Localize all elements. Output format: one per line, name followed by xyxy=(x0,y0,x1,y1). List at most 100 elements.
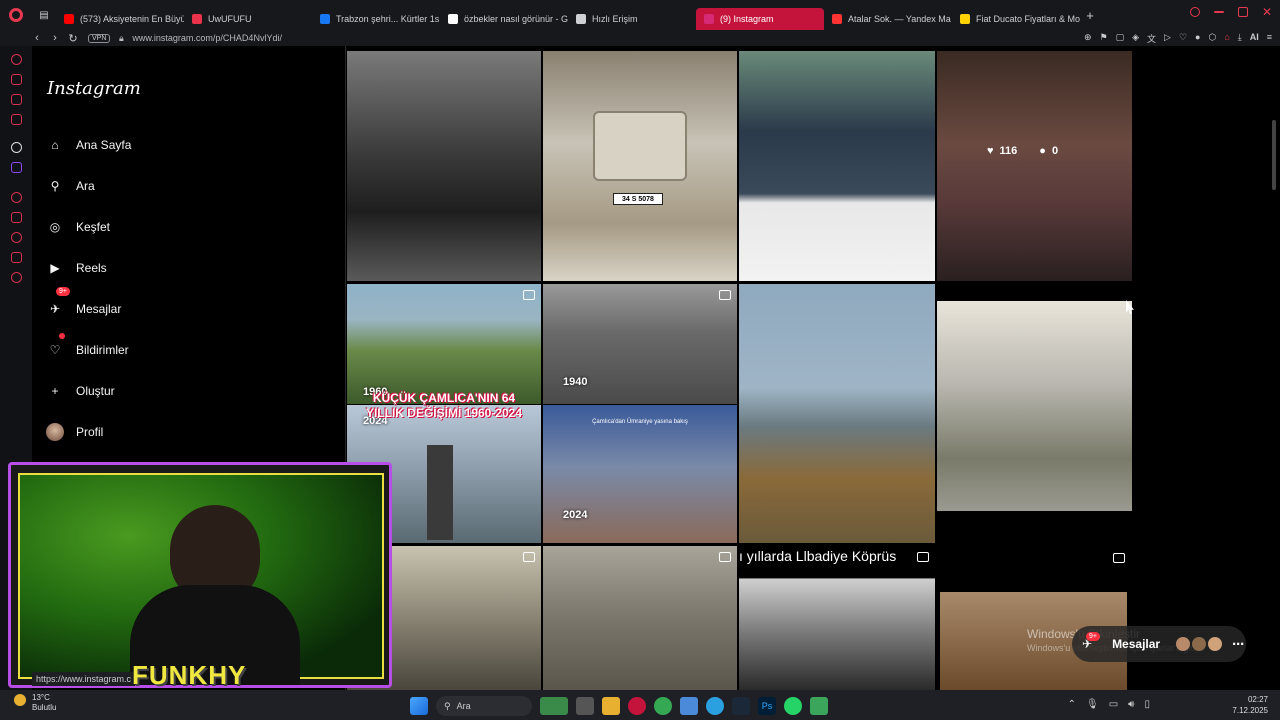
close-icon[interactable]: ✕ xyxy=(1262,6,1272,18)
extensions-icon[interactable]: ⬡ xyxy=(1208,32,1216,45)
post-libadiye-bridge[interactable]: ı yıllarda Llbadiye Köprüs xyxy=(739,546,935,690)
browser-tab[interactable]: (573) Aksiyetenin En Büyü xyxy=(56,8,184,30)
nav-item-notifications[interactable]: ♡ Bildirimler xyxy=(46,333,129,365)
tab-label: Hızlı Erişim xyxy=(592,14,638,24)
caption-small: Çamlıca'dan Ümraniye yasına bakış xyxy=(592,419,688,425)
messages-pill-badge: 9+ xyxy=(1086,632,1100,641)
box-icon[interactable] xyxy=(10,252,22,263)
weather-icon xyxy=(14,694,26,706)
notepad-icon[interactable] xyxy=(680,697,698,715)
messenger-icon[interactable] xyxy=(10,94,22,105)
shield-icon[interactable]: ◈ xyxy=(1132,32,1139,45)
post-hovered[interactable]: ♥ 116 ● 0 xyxy=(937,51,1132,281)
nav-item-home[interactable]: ⌂ Ana Sayfa xyxy=(46,130,131,160)
photoshop-icon[interactable]: Ps xyxy=(758,697,776,715)
widgets-icon[interactable] xyxy=(540,697,568,715)
discord-icon[interactable] xyxy=(810,697,828,715)
year-label: 2024 xyxy=(563,509,588,521)
avatar-stack xyxy=(1176,637,1223,651)
news-icon[interactable] xyxy=(10,114,22,125)
mic-icon[interactable]: 🎙︎ xyxy=(1086,699,1099,710)
post-old-houses[interactable] xyxy=(543,546,737,690)
send-icon[interactable]: ▷ xyxy=(1164,32,1171,45)
weather-widget[interactable]: 13°C Bulutlu xyxy=(32,693,56,713)
scrollbar[interactable] xyxy=(1272,120,1276,190)
steam-icon[interactable] xyxy=(732,697,750,715)
history-icon[interactable] xyxy=(10,54,22,65)
pin-icon[interactable] xyxy=(10,212,22,223)
download-icon[interactable]: ⤓ xyxy=(1238,32,1242,45)
wallet-icon[interactable]: ⌂ xyxy=(1224,32,1229,45)
opera-logo[interactable] xyxy=(0,8,32,22)
clock-icon[interactable] xyxy=(10,232,22,243)
ai-button[interactable]: AI xyxy=(1250,32,1259,45)
opera-icon[interactable] xyxy=(628,697,646,715)
post-class-photo[interactable] xyxy=(739,51,935,281)
task-view-icon[interactable] xyxy=(576,697,594,715)
year-label: 1940 xyxy=(563,376,588,388)
browser-tab[interactable]: Hızlı Erişim xyxy=(568,8,696,30)
vpn-badge[interactable]: VPN xyxy=(88,33,111,43)
post-camlica-1960[interactable]: 1960 xyxy=(347,284,541,404)
nav-item-messages[interactable]: ✈ 9+ Mesajlar xyxy=(46,287,122,324)
lock-icon[interactable]: 🔒︎ xyxy=(116,33,126,44)
display-icon[interactable]: ▭ xyxy=(1109,699,1118,710)
clock[interactable]: 02:27 7.12.2025 xyxy=(1232,694,1268,716)
search-tabs-icon[interactable] xyxy=(1190,7,1200,17)
tray-expand-icon[interactable]: ⌃ xyxy=(1068,699,1076,710)
taskbar-search[interactable]: ⚲ Ara xyxy=(436,696,532,716)
twitch-icon[interactable] xyxy=(10,162,22,173)
chrome-icon[interactable] xyxy=(654,697,672,715)
nav-label: Mesajlar xyxy=(76,302,122,316)
battery-icon[interactable]: ▯ xyxy=(1144,699,1150,710)
messages-pill[interactable]: ✈ Mesajlar ⋯ xyxy=(1072,626,1246,662)
maximize-icon[interactable] xyxy=(1238,7,1248,17)
translate-icon[interactable]: 文 xyxy=(1147,32,1156,45)
browser-tab[interactable]: Trabzon şehri... Kürtler 1s xyxy=(312,8,440,30)
back-button[interactable]: ‹ xyxy=(28,32,46,44)
profile-icon[interactable]: ● xyxy=(1195,32,1200,45)
bookmark-icon[interactable]: ⚑ xyxy=(1099,32,1107,45)
reel-icon xyxy=(719,290,731,300)
volume-icon[interactable]: 🔊︎ xyxy=(1128,699,1134,710)
telegram-icon[interactable] xyxy=(706,697,724,715)
instagram-logo[interactable]: Instagram xyxy=(47,78,141,99)
browser-tab[interactable]: özbekler nasıl görünür - G xyxy=(440,8,568,30)
more-icon[interactable]: ⋯ xyxy=(1232,637,1244,651)
heart-icon[interactable]: ♡ xyxy=(1179,32,1187,45)
tab-menu-icon[interactable]: ▤ xyxy=(32,10,56,21)
post-bosphorus-view[interactable] xyxy=(739,284,935,543)
post-camlica-city[interactable]: Çamlıca'dan Ümraniye yasına bakış 2024 xyxy=(543,405,737,543)
weather-temp: 13°C xyxy=(32,693,50,702)
nav-item-profile[interactable]: Profil xyxy=(46,417,103,447)
post-old-street-photo[interactable] xyxy=(347,51,541,281)
player-icon[interactable] xyxy=(10,192,22,203)
new-tab-button[interactable]: + xyxy=(1080,8,1100,23)
browser-tab[interactable]: UwUFUFU xyxy=(184,8,312,30)
like-count: 116 xyxy=(999,145,1018,157)
whatsapp-icon[interactable] xyxy=(784,697,802,715)
nav-item-explore[interactable]: ◎ Keşfet xyxy=(46,212,110,242)
zoom-icon[interactable]: ⊕ xyxy=(1084,32,1092,45)
file-explorer-icon[interactable] xyxy=(602,697,620,715)
post-camlica-1940[interactable]: 1940 xyxy=(543,284,737,404)
chatgpt-icon[interactable] xyxy=(10,142,22,153)
post-building-photo[interactable] xyxy=(937,301,1132,511)
forward-button[interactable]: › xyxy=(46,32,64,44)
reload-button[interactable]: ↻ xyxy=(64,32,82,45)
extension-icon[interactable] xyxy=(10,74,22,85)
browser-tab[interactable]: Fiat Ducato Fiyatları & Mo xyxy=(952,8,1080,30)
snapshot-icon[interactable]: ▢ xyxy=(1116,32,1125,45)
settings-icon[interactable] xyxy=(10,272,22,283)
browser-tab[interactable]: (9) Instagram xyxy=(696,8,824,30)
minimize-icon[interactable] xyxy=(1214,11,1224,13)
avatar xyxy=(46,423,64,441)
nav-item-search[interactable]: ⚲ Ara xyxy=(46,171,95,201)
post-tofas-car-photo[interactable]: 34 S 5078 xyxy=(543,51,737,281)
nav-item-create[interactable]: + Oluştur xyxy=(46,376,114,406)
windows-start-icon[interactable] xyxy=(410,697,428,715)
menu-icon[interactable]: ≡ xyxy=(1267,32,1272,45)
nav-item-reels[interactable]: ▶ Reels xyxy=(46,253,106,283)
url-field[interactable]: www.instagram.com/p/CHAD4NvlYdi/ xyxy=(132,33,1084,43)
browser-tab[interactable]: Atalar Sok. — Yandex Ma xyxy=(824,8,952,30)
